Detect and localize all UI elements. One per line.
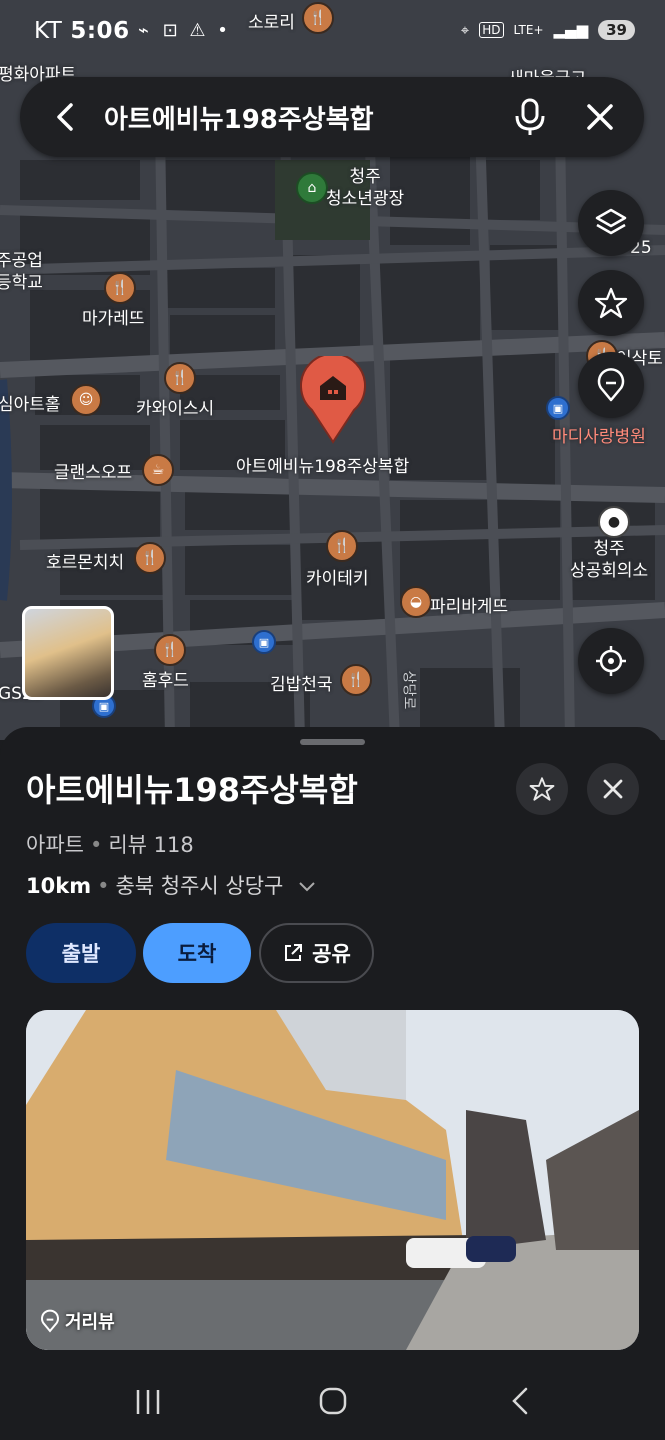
vibrate-icon: ⌁ [138, 20, 149, 41]
selected-place-marker[interactable] [298, 356, 368, 444]
search-query[interactable]: 아트에비뉴198주상복합 [104, 99, 374, 136]
home-icon[interactable] [318, 1386, 348, 1416]
recent-apps-icon[interactable] [134, 1388, 162, 1416]
status-left: KT 5:06 [34, 18, 130, 44]
search-bar[interactable]: 아트에비뉴198주상복합 [20, 77, 644, 157]
share-label: 공유 [312, 942, 351, 966]
selected-place-label: 아트에비뉴198주상복합 [236, 457, 410, 477]
save-place-button[interactable] [516, 763, 568, 815]
map-label: 홈후드 [142, 671, 189, 691]
my-location-button[interactable] [578, 628, 644, 694]
location-icon: ⌖ [460, 21, 470, 39]
map-label: 상당로 [400, 670, 417, 710]
layers-icon [595, 208, 627, 235]
place-detail-sheet[interactable]: 아트에비뉴198주상복합 아파트 • 리뷰 118 10km • 충북 청주시 상당구 … [0, 727, 665, 1364]
map-label: 마가레뜨 [82, 309, 145, 329]
share-icon [285, 944, 303, 961]
status-right: ⌖ HD LTE+ ▂▄▆ 39 [461, 20, 635, 40]
sheet-drag-handle[interactable] [300, 739, 365, 745]
back-icon[interactable] [48, 99, 84, 135]
screenshot-icon: ⊡ [162, 20, 178, 41]
close-sheet-button[interactable] [587, 763, 639, 815]
map-label: 호르몬치치 [46, 553, 125, 573]
map-label: 마디사랑병원 [552, 427, 646, 447]
crosshair-icon [596, 646, 626, 676]
place-reviews[interactable]: 리뷰 118 [108, 833, 193, 857]
close-icon [603, 779, 623, 799]
favorites-button[interactable] [578, 270, 644, 336]
place-meta-location[interactable]: 10km • 충북 청주시 상당구 [26, 870, 316, 900]
map-label: 청주 청소년광장 [326, 167, 405, 209]
map-label: 주공업 등학교 [0, 251, 43, 293]
bakery-icon[interactable]: ◒ [400, 586, 432, 618]
close-icon[interactable] [582, 99, 618, 135]
building-photo [26, 1010, 639, 1350]
place-meta-category: 아파트 • 리뷰 118 [26, 833, 194, 857]
share-button[interactable]: 공유 [259, 923, 374, 983]
chevron-down-icon[interactable] [298, 881, 316, 893]
bus-stop-icon[interactable]: ▣ [252, 630, 276, 654]
arrive-route-button[interactable]: 도착 [143, 923, 251, 983]
place-marker-button[interactable] [578, 352, 644, 418]
map-label: 카이테키 [306, 569, 369, 589]
map-label: 김밥천국 [270, 675, 333, 695]
map-label: 심아트홀 [0, 395, 61, 415]
warning-icon: ⚠ [189, 20, 206, 41]
street-view-label: 거리뷰 [65, 1312, 115, 1333]
street-view-photo[interactable]: 거리뷰 [26, 1010, 639, 1350]
mic-icon[interactable] [512, 97, 548, 137]
clock: 5:06 [70, 18, 130, 44]
layers-button[interactable] [578, 190, 644, 256]
notification-icons: ⌁ ⊡ ⚠ • [138, 20, 228, 41]
map-label: 카와이스시 [136, 399, 215, 419]
map-label: 청주 상공회의소 [570, 539, 649, 581]
park-icon[interactable]: ⌂ [296, 172, 328, 204]
place-distance: 10km [26, 874, 92, 898]
status-bar: KT 5:06 ⌁ ⊡ ⚠ • ⌖ HD LTE+ ▂▄▆ 39 [0, 0, 665, 66]
map-pin-icon [597, 368, 625, 402]
start-route-button[interactable]: 출발 [26, 923, 136, 983]
bus-stop-icon[interactable]: ▣ [546, 396, 570, 420]
signal-icon: ▂▄▆ [553, 21, 589, 39]
restaurant-icon[interactable]: 🍴 [340, 664, 372, 696]
landmark-icon[interactable]: ● [598, 506, 630, 538]
star-icon [529, 777, 555, 801]
place-category: 아파트 [26, 833, 84, 857]
back-nav-icon[interactable] [508, 1386, 532, 1416]
system-navigation-bar [0, 1364, 665, 1440]
restaurant-icon[interactable]: 🍴 [134, 542, 166, 574]
hd-icon: HD [479, 22, 504, 38]
street-view-thumbnail[interactable] [22, 606, 114, 700]
arrive-route-label: 도착 [177, 942, 217, 966]
restaurant-icon[interactable]: 🍴 [164, 362, 196, 394]
start-route-label: 출발 [61, 942, 101, 966]
place-title: 아트에비뉴198주상복합 [26, 771, 358, 809]
battery-indicator: 39 [598, 20, 635, 40]
map-label: 글랜스오프 [54, 463, 133, 483]
place-address[interactable]: 충북 청주시 상당구 [115, 874, 283, 898]
network-label: LTE+ [513, 23, 544, 37]
map-pin-icon [41, 1309, 59, 1333]
carrier: KT [34, 18, 63, 44]
street-view-tag[interactable]: 거리뷰 [40, 1308, 115, 1334]
restaurant-icon[interactable]: 🍴 [326, 530, 358, 562]
map-label: 파리바게뜨 [430, 597, 509, 617]
star-icon [594, 287, 628, 319]
theater-icon[interactable]: ☺ [70, 384, 102, 416]
cafe-icon[interactable]: ☕ [142, 454, 174, 486]
restaurant-icon[interactable]: 🍴 [154, 634, 186, 666]
restaurant-icon[interactable]: 🍴 [104, 272, 136, 304]
dot-icon: • [217, 20, 228, 41]
